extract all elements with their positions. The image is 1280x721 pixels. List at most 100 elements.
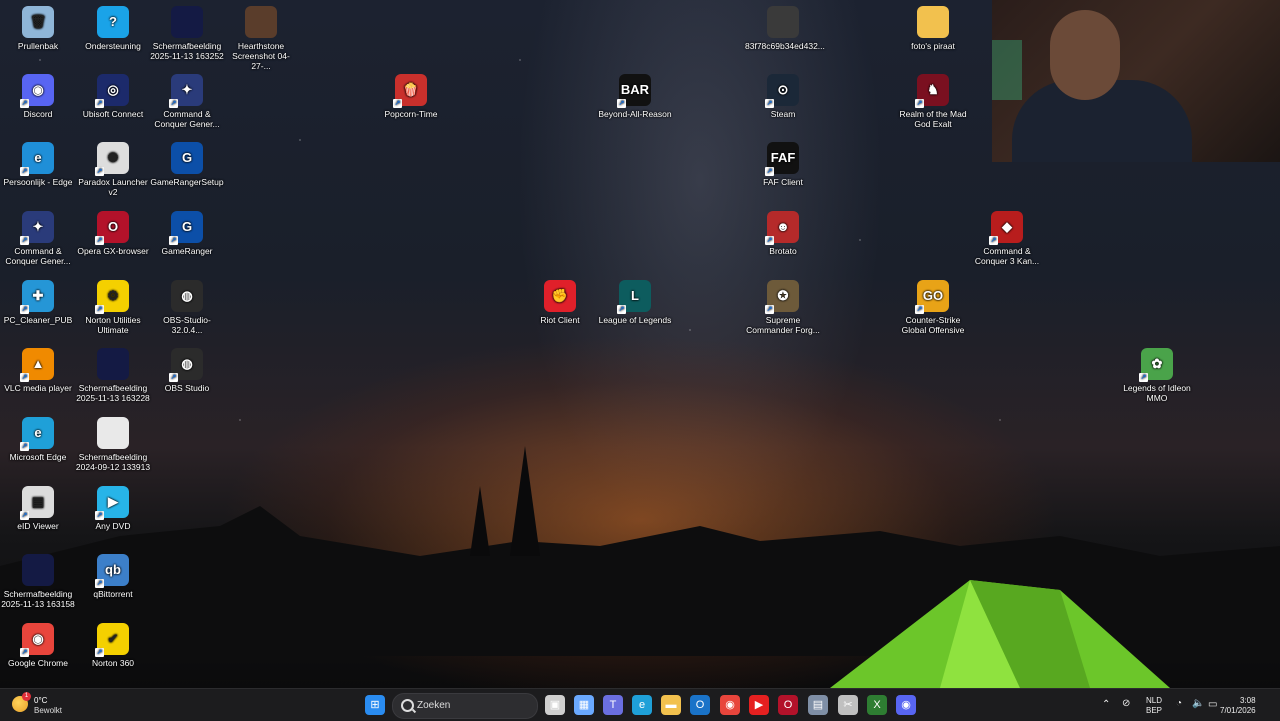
desktop-icon-image-file[interactable]: 83f78c69b34ed432... [745,0,825,51]
desktop-icon-label: Norton 360 [91,658,135,668]
shortcut-arrow-icon: ↗ [95,579,104,588]
desktop-icon-norton-360[interactable]: ✔ ↗ Norton 360 [75,617,151,668]
desktop-icon-ubisoft-connect[interactable]: ◎ ↗ Ubisoft Connect [75,68,151,119]
desktop-icon-cnc3[interactable]: ◆ ↗ Command & Conquer 3 Kan... [969,205,1045,266]
desktop-icon-eid-viewer[interactable]: ▤ ↗ eID Viewer [0,480,76,531]
desktop-icon-label: Schermafbeelding 2024-09-12 133913 [75,452,151,472]
desktop-icon-label: Discord [23,109,53,119]
desktop-icon-riot-client[interactable]: ✊ Riot Client [522,274,598,325]
taskbar-excel-like-icon[interactable]: X [867,695,887,715]
popcorn-time-icon: 🍿 ↗ [393,74,427,108]
chevron-up-icon[interactable]: ⌃ [1102,699,1110,710]
desktop-icon-label: eID Viewer [17,521,59,531]
desktop-icon-steam[interactable]: ⊙ ↗ Steam [745,68,821,119]
desktop-icon-popcorn-time[interactable]: 🍿 ↗ Popcorn-Time [373,68,449,119]
shortcut-arrow-icon: ↗ [989,236,998,245]
norton-360-icon: ✔ ↗ [95,623,129,657]
desktop-icon-edge-personal[interactable]: e ↗ Persoonlijk - Edge [0,136,76,187]
shortcut-arrow-icon: ↗ [20,167,29,176]
desktop-icon-label: Schermafbeelding 2025-11-13 163228 [76,383,150,403]
desktop-icon-cnc-generals[interactable]: ✦ ↗ Command & Conquer Gener... [149,68,225,129]
desktop-icon-label: Microsoft Edge [9,452,67,462]
desktop-icon-league-of-legends[interactable]: L ↗ League of Legends [597,274,673,325]
screenshot-4-icon [22,554,54,586]
desktop-icon-support[interactable]: ? Ondersteuning [75,0,151,51]
language-code[interactable]: NLD [1146,696,1162,705]
csgo-icon: GO ↗ [915,280,949,314]
desktop-icon-label: Riot Client [540,315,580,325]
desktop-icon-screenshot-2[interactable]: Schermafbeelding 2025-11-13 163228 [75,342,151,403]
desktop-icon-opera-gx[interactable]: O ↗ Opera GX-browser [75,205,151,256]
taskbar-edge-icon[interactable]: e [632,695,652,715]
taskbar-start-icon[interactable]: ⊞ [365,695,385,715]
any-dvd-icon: ▶ ↗ [95,486,129,520]
desktop-icon-obs-installer[interactable]: ◍ OBS-Studio-32.0.4... [149,274,225,335]
taskbar-discord-icon[interactable]: ◉ [896,695,916,715]
weather-badge: 1 [22,692,31,701]
shortcut-arrow-icon: ↗ [95,305,104,314]
desktop-icon-pc-cleaner[interactable]: ✚ ↗ PC_Cleaner_PUB [0,274,76,325]
weather-temp: 0°C [34,696,48,705]
battery-icon[interactable]: ▭ [1208,699,1217,710]
taskbar-search[interactable]: Zoeken [392,693,538,719]
network-off-icon[interactable]: ⊘ [1122,698,1130,709]
desktop-icon-label: FAF Client [763,177,803,187]
desktop-icon-supreme-commander[interactable]: ✪ ↗ Supreme Commander Forg... [745,274,821,335]
desktop-icon-label: League of Legends [598,315,672,325]
taskbar-youtube-icon[interactable]: ▶ [749,695,769,715]
desktop-icon-paradox-launcher[interactable]: ✺ ↗ Paradox Launcher v2 [75,136,151,197]
shortcut-arrow-icon: ↗ [765,99,774,108]
pc-cleaner-icon: ✚ ↗ [20,280,54,314]
desktop-icon-obs-studio[interactable]: ◍ ↗ OBS Studio [149,342,225,393]
shortcut-arrow-icon: ↗ [765,305,774,314]
desktop-icon-gameranger[interactable]: G ↗ GameRanger [149,205,225,256]
shortcut-arrow-icon: ↗ [20,236,29,245]
taskbar-store-icon[interactable]: ▦ [574,695,594,715]
desktop-icon-discord[interactable]: ◉ ↗ Discord [0,68,76,119]
steam-icon: ⊙ ↗ [765,74,799,108]
taskbar-task-view-icon[interactable]: ▣ [545,695,565,715]
brotato-icon: ☻ ↗ [765,211,799,245]
wifi-icon[interactable]: ◔ [1176,698,1182,709]
desktop-icon-screenshot-3[interactable]: Schermafbeelding 2024-09-12 133913 [75,411,151,472]
desktop-icon-label: Ondersteuning [85,41,141,51]
taskbar-snipping-icon[interactable]: ✂ [838,695,858,715]
desktop-icon-csgo[interactable]: GO ↗ Counter-Strike Global Offensive [895,274,971,335]
desktop-icon-label: Command & Conquer Gener... [5,246,71,266]
desktop-icon-brotato[interactable]: ☻ ↗ Brotato [745,205,821,256]
taskbar-explorer-icon[interactable]: ▬ [661,695,681,715]
desktop-icon-vlc[interactable]: ▲ ↗ VLC media player [0,342,76,393]
desktop-icon-google-chrome[interactable]: ◉ ↗ Google Chrome [0,617,76,668]
desktop-icon-realm-mad-god[interactable]: ♞ ↗ Realm of the Mad God Exalt [895,68,971,129]
taskbar-outlook-icon[interactable]: O [690,695,710,715]
desktop-icon-label: qBittorrent [93,589,133,599]
desktop-icon-beyond-all-reason[interactable]: BAR ↗ Beyond-All-Reason [597,68,673,119]
desktop-icon-legends-of-idleon[interactable]: ✿ ↗ Legends of Idleon MMO [1119,342,1195,403]
taskbar-opera-gx-icon[interactable]: O [778,695,798,715]
speaker-icon[interactable]: 🔈 [1192,698,1204,709]
tent-illustration [830,580,1170,688]
weather-widget[interactable]: 0°C Bewolkt 1 [8,692,78,718]
desktop-icon-recycle-bin[interactable]: 🗑 Prullenbak [0,0,76,51]
shortcut-arrow-icon: ↗ [20,99,29,108]
desktop-icon-cnc-generals-2[interactable]: ✦ ↗ Command & Conquer Gener... [0,205,76,266]
desktop-icon-qbittorrent[interactable]: qb ↗ qBittorrent [75,548,151,599]
clock-date[interactable]: 7/01/2026 [1220,706,1256,715]
desktop-icon-hearthstone-screenshot[interactable]: Hearthstone Screenshot 04-27-... [223,0,299,71]
legends-of-idleon-icon: ✿ ↗ [1139,348,1173,382]
desktop-icon-microsoft-edge[interactable]: e ↗ Microsoft Edge [0,411,76,462]
desktop-icon-label: Paradox Launcher v2 [78,177,148,197]
discord-icon: ◉ ↗ [20,74,54,108]
taskbar-teams-icon[interactable]: T [603,695,623,715]
taskbar-calculator-icon[interactable]: ▤ [808,695,828,715]
clock-time[interactable]: 3:08 [1240,696,1256,705]
desktop-icon-fotos-piraat-folder[interactable]: foto's piraat [895,0,971,51]
desktop-icon-screenshot[interactable]: Schermafbeelding 2025-11-13 163252 [149,0,225,61]
desktop-icon-any-dvd[interactable]: ▶ ↗ Any DVD [75,480,151,531]
desktop-icon-faf-client[interactable]: FAF ↗ FAF Client [745,136,821,187]
desktop-icon-norton-utilities[interactable]: ⚙ ↗ Norton Utilities Ultimate [75,274,151,335]
shortcut-arrow-icon: ↗ [169,99,178,108]
desktop-icon-gameranger-setup[interactable]: G GameRangerSetup [149,136,225,187]
desktop-icon-screenshot-4[interactable]: Schermafbeelding 2025-11-13 163158 [0,548,76,609]
taskbar-chrome-icon[interactable]: ◉ [720,695,740,715]
